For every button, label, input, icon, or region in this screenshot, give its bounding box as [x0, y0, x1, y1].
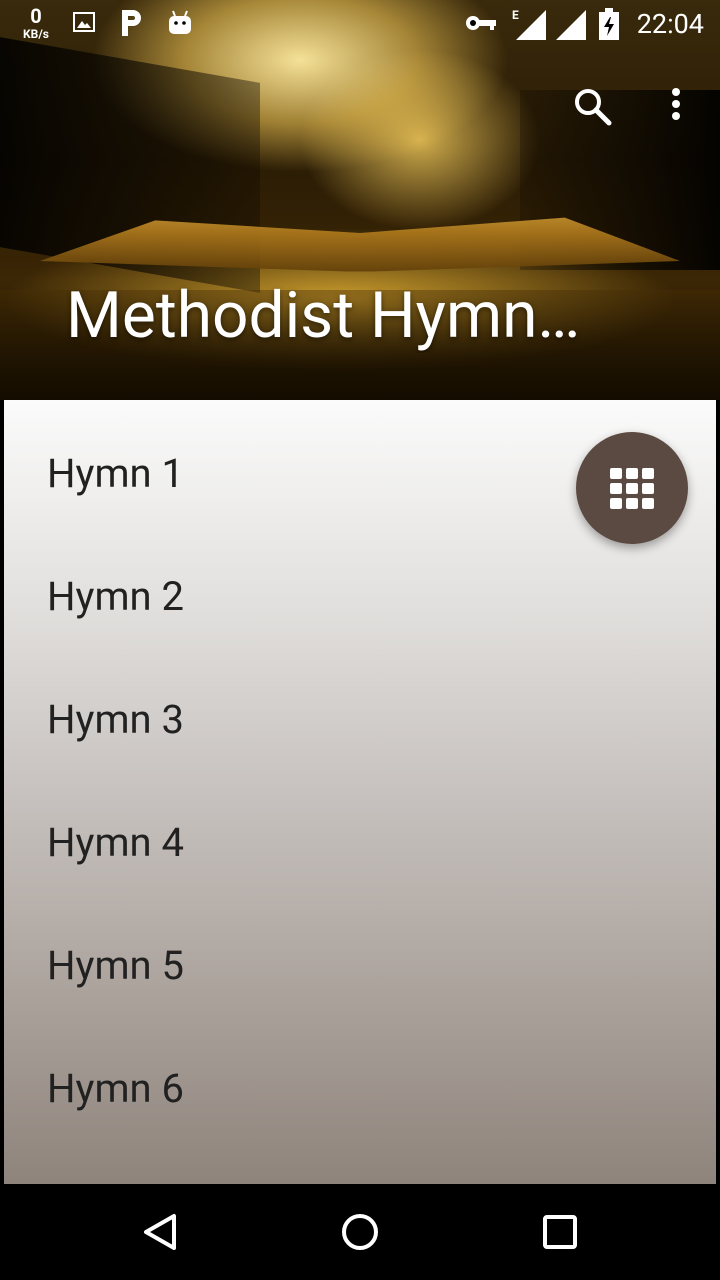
- vpn-key-icon: [466, 16, 496, 30]
- list-item-hymn-5[interactable]: Hymn 5: [4, 904, 716, 1027]
- grid-icon: [610, 468, 654, 509]
- battery-charging-icon: [599, 8, 619, 40]
- image-icon: [73, 12, 95, 32]
- list-item-hymn-2[interactable]: Hymn 2: [4, 535, 716, 658]
- recents-icon[interactable]: [536, 1208, 584, 1256]
- home-icon[interactable]: [336, 1208, 384, 1256]
- list-item-label: Hymn 1: [47, 450, 185, 497]
- network-speed-value: 0: [30, 4, 42, 28]
- list-item-hymn-4[interactable]: Hymn 4: [4, 781, 716, 904]
- list-item-label: Hymn 4: [47, 819, 185, 866]
- clock: 22:04: [636, 8, 704, 40]
- page-title: Methodist Hymn…: [66, 278, 581, 353]
- android-icon: [169, 10, 191, 34]
- signal-e-icon: [516, 10, 546, 40]
- search-icon[interactable]: [566, 80, 618, 132]
- p-app-icon: [122, 10, 141, 36]
- signal-icon: [556, 10, 586, 40]
- network-speed-unit: KB/s: [23, 27, 49, 41]
- list-item-label: Hymn 6: [47, 1065, 185, 1112]
- status-bar: 0 KB/s E 22:04: [0, 0, 720, 48]
- list-item-hymn-6[interactable]: Hymn 6: [4, 1027, 716, 1150]
- list-item-label: Hymn 5: [47, 942, 185, 989]
- list-item-hymn-3[interactable]: Hymn 3: [4, 658, 716, 781]
- list-item-label: Hymn 2: [47, 573, 185, 620]
- navigation-bar: [0, 1184, 720, 1280]
- grid-view-button[interactable]: [576, 432, 688, 544]
- list-item-label: Hymn 3: [47, 696, 185, 743]
- more-vert-icon[interactable]: [656, 80, 696, 132]
- back-icon[interactable]: [136, 1208, 184, 1256]
- network-speed: 0 KB/s: [18, 6, 54, 40]
